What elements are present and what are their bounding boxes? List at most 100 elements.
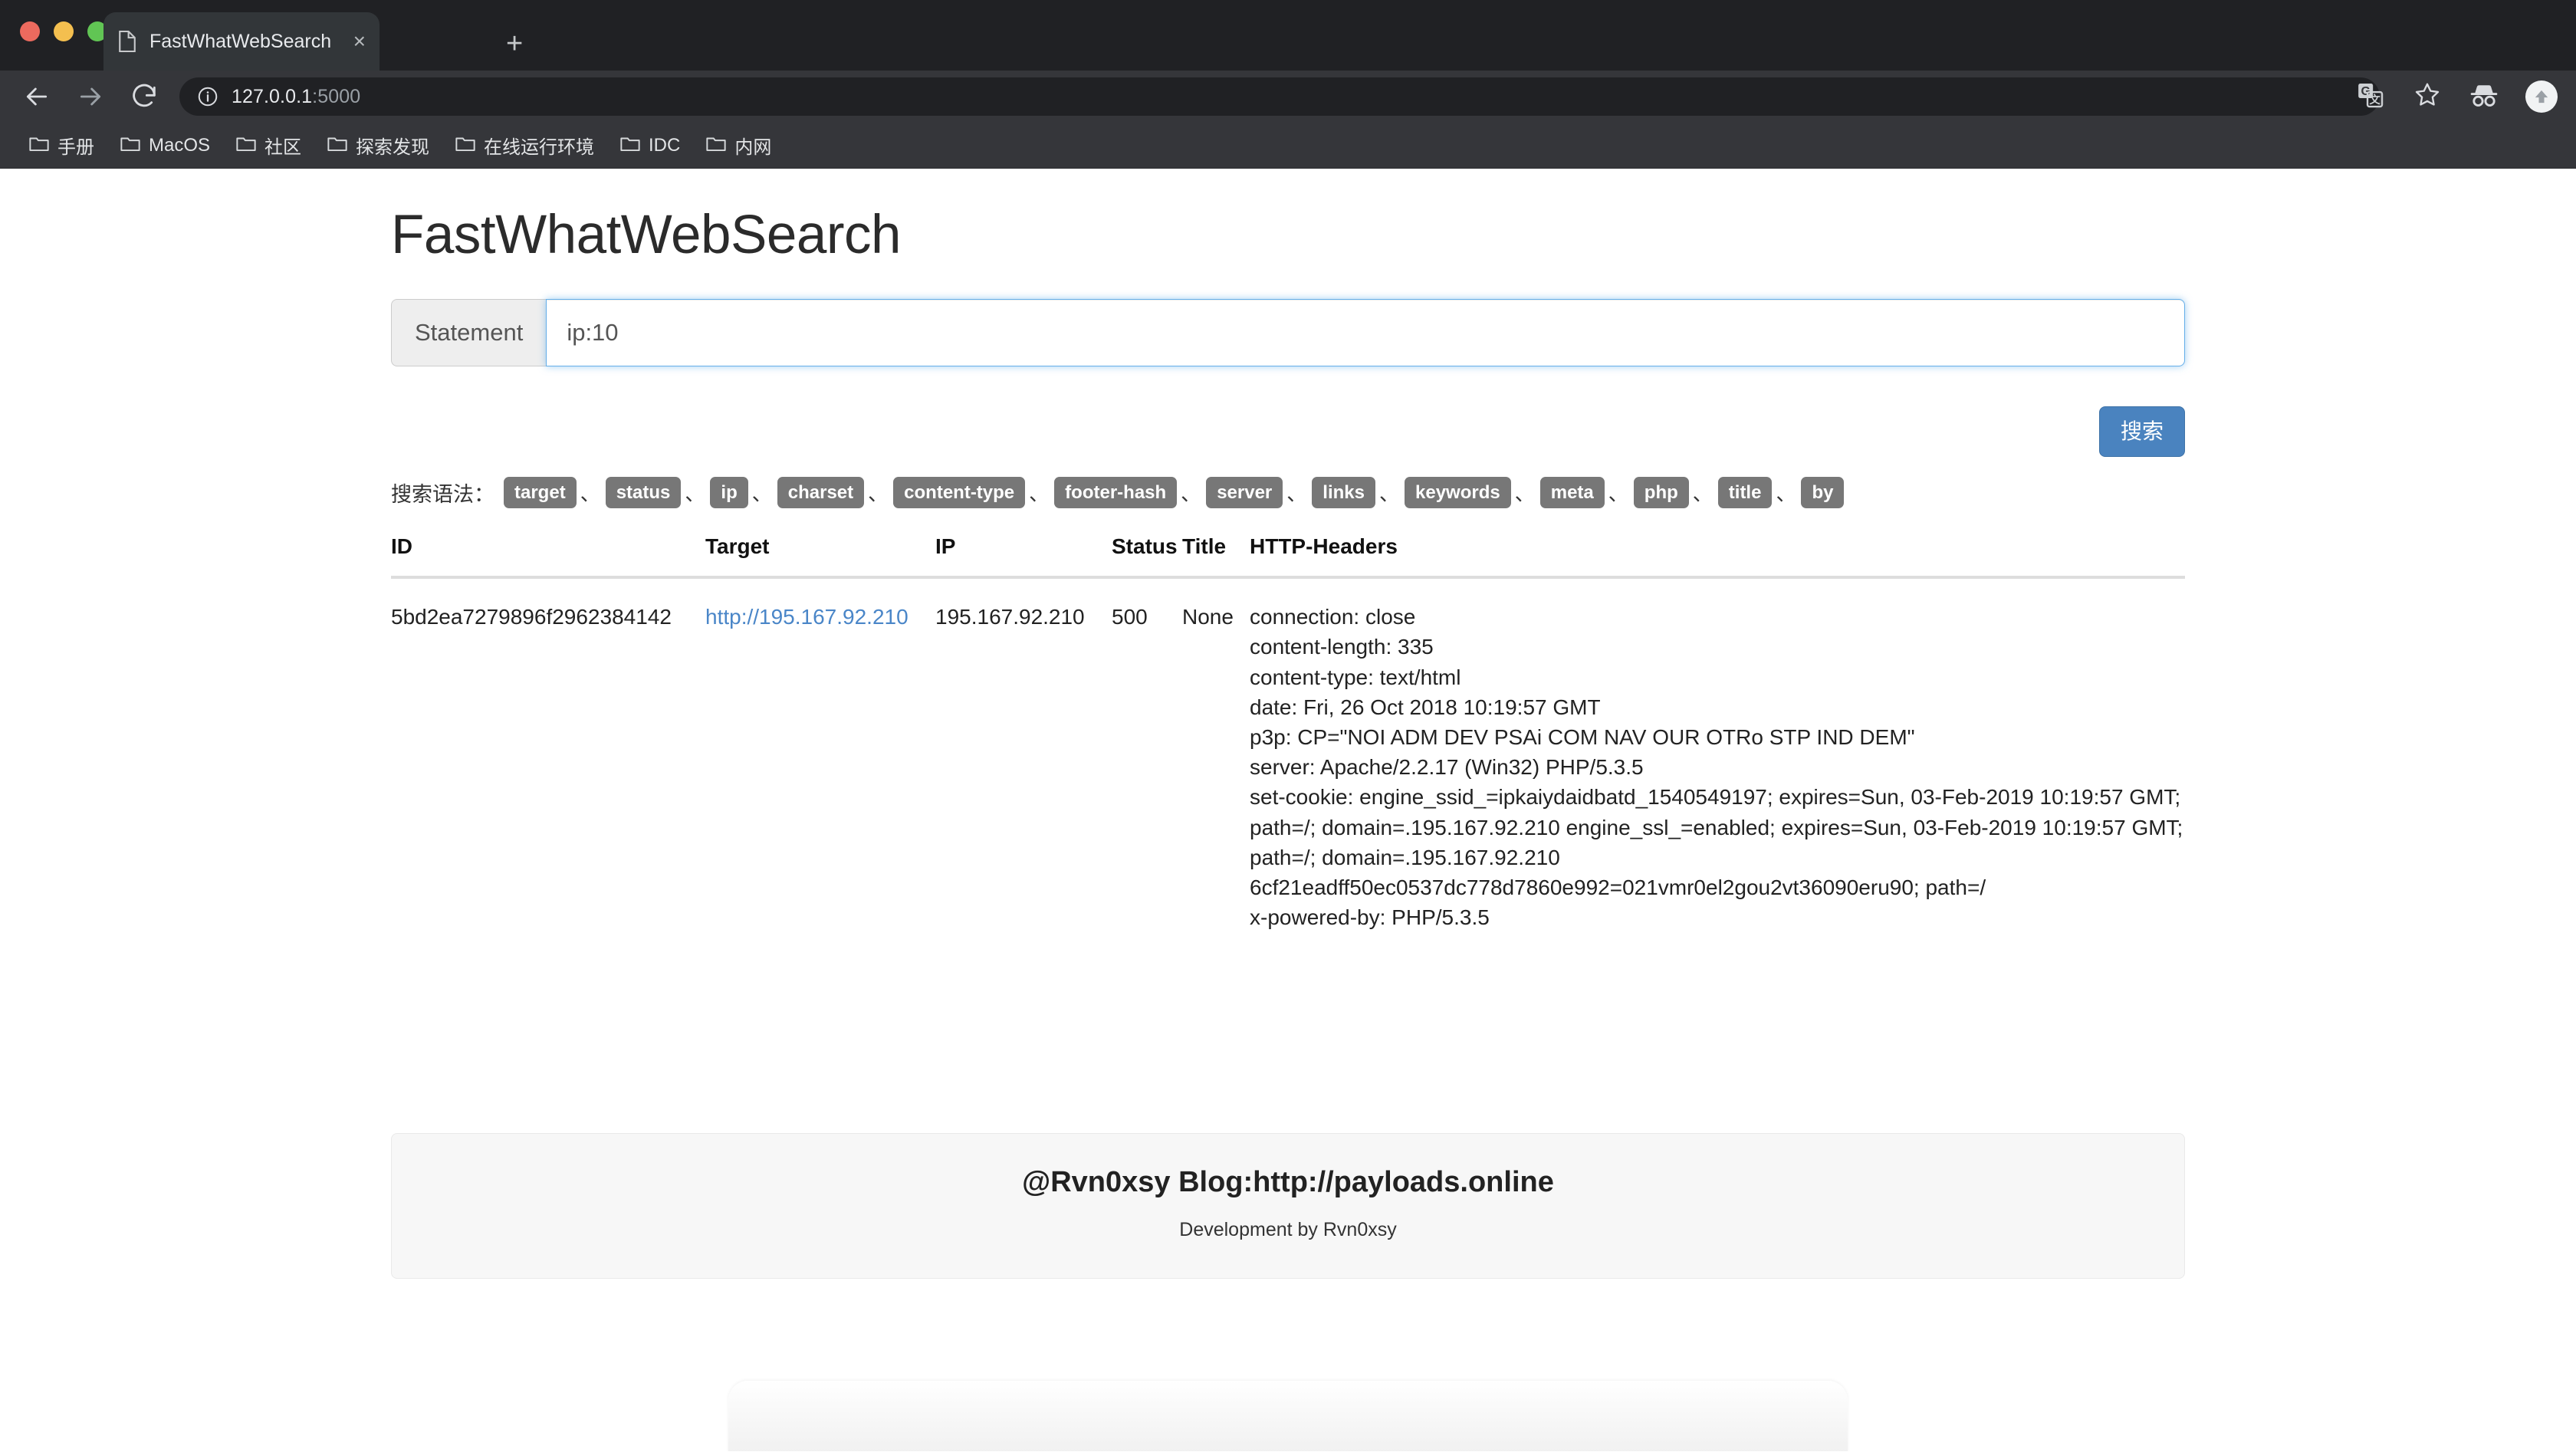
- address-bar-url: 127.0.0.1:5000: [232, 86, 360, 108]
- column-header-title: Title: [1182, 534, 1250, 580]
- syntax-label: 搜索语法：: [391, 482, 495, 506]
- results-table-head: ID Target IP Status Title HTTP-Headers: [391, 534, 2185, 580]
- folder-icon: [236, 135, 256, 156]
- syntax-badge-ip[interactable]: ip: [710, 476, 748, 509]
- column-header-id: ID: [391, 534, 705, 580]
- cell-target: http://195.167.92.210: [705, 577, 935, 932]
- cell-id: 5bd2ea7279896f2962384142: [391, 605, 672, 629]
- bookmark-star-icon[interactable]: [2413, 80, 2442, 113]
- bookmark-item[interactable]: MacOS: [110, 130, 221, 161]
- reload-icon[interactable]: [129, 81, 159, 112]
- bookmark-item[interactable]: 手册: [18, 127, 105, 163]
- footer-subtitle: Development by Rvn0xsy: [1179, 1219, 1397, 1240]
- folder-icon: [120, 135, 140, 156]
- folder-icon: [620, 135, 640, 156]
- syntax-separator: 、: [1608, 481, 1628, 505]
- bookmark-label: 在线运行环境: [484, 137, 595, 158]
- bookmark-item[interactable]: 社区: [225, 127, 312, 163]
- bookmark-label: IDC: [649, 134, 681, 156]
- close-window-button[interactable]: [20, 21, 40, 41]
- profile-avatar[interactable]: [2525, 80, 2558, 113]
- page-footer: @Rvn0xsy Blog:http://payloads.online Dev…: [391, 1133, 2185, 1279]
- page-favicon-icon: [117, 30, 137, 53]
- address-bar[interactable]: 127.0.0.1:5000: [179, 77, 2380, 116]
- footer-title: @Rvn0xsy Blog:http://payloads.online: [1022, 1166, 1554, 1198]
- syntax-badge-content-type[interactable]: content-type: [893, 476, 1026, 509]
- bookmark-label: 社区: [264, 137, 302, 158]
- syntax-badge-php[interactable]: php: [1633, 476, 1689, 509]
- column-header-target: Target: [705, 534, 935, 580]
- syntax-badge-status[interactable]: status: [605, 476, 682, 509]
- page-container: FastWhatWebSearch Statement 搜索 搜索语法： tar…: [391, 169, 2185, 1279]
- syntax-badge-server[interactable]: server: [1206, 476, 1283, 509]
- cell-status: 500: [1112, 605, 1148, 629]
- new-tab-button[interactable]: +: [506, 29, 523, 58]
- syntax-separator: 、: [868, 481, 889, 505]
- statement-label: Statement: [391, 299, 547, 367]
- syntax-separator: 、: [580, 481, 600, 505]
- cell-http-headers: connection: close content-length: 335 co…: [1250, 605, 2183, 930]
- omnibox-action-icons: G 文: [2356, 80, 2442, 113]
- search-form: Statement: [391, 299, 2185, 367]
- syntax-separator: 、: [1776, 481, 1796, 505]
- search-syntax-hints: 搜索语法： target 、 status 、 ip 、 charset 、 c…: [391, 476, 2185, 509]
- syntax-separator: 、: [685, 481, 705, 505]
- bookmark-item[interactable]: 探索发现: [317, 127, 440, 163]
- search-button-row: 搜索: [391, 406, 2185, 457]
- incognito-icon[interactable]: [2467, 81, 2501, 113]
- close-tab-icon[interactable]: ×: [353, 31, 366, 52]
- results-table: ID Target IP Status Title HTTP-Headers 5…: [391, 534, 2185, 932]
- cell-ip: 195.167.92.210: [935, 605, 1085, 629]
- syntax-separator: 、: [1181, 481, 1201, 505]
- bookmark-label: MacOS: [149, 134, 211, 156]
- syntax-separator: 、: [1514, 481, 1535, 505]
- url-port: :5000: [312, 85, 361, 107]
- syntax-badge-by[interactable]: by: [1801, 476, 1845, 509]
- bookmark-item[interactable]: IDC: [610, 130, 691, 161]
- column-header-http-headers: HTTP-Headers: [1250, 534, 2185, 580]
- search-button[interactable]: 搜索: [2098, 406, 2185, 457]
- syntax-separator: 、: [1378, 481, 1399, 505]
- syntax-badge-charset[interactable]: charset: [777, 476, 865, 509]
- syntax-badge-meta[interactable]: meta: [1539, 476, 1605, 509]
- browser-window: FastWhatWebSearch × + 127.0.0.1:5000 G 文…: [0, 0, 2576, 1452]
- bookmarks-bar: 手册 MacOS 社区 探索发现 在线运行环境 IDC 内网: [0, 123, 2576, 169]
- bookmark-label: 手册: [58, 137, 94, 158]
- target-link[interactable]: http://195.167.92.210: [705, 605, 909, 629]
- syntax-separator: 、: [751, 481, 772, 505]
- syntax-separator: 、: [1286, 481, 1307, 505]
- minimize-window-button[interactable]: [54, 21, 74, 41]
- syntax-badge-target[interactable]: target: [504, 476, 577, 509]
- site-info-icon[interactable]: [196, 85, 219, 108]
- column-header-ip: IP: [935, 534, 1112, 580]
- table-header-row: ID Target IP Status Title HTTP-Headers: [391, 534, 2185, 580]
- cell-title: None: [1182, 605, 1234, 629]
- window-controls: [20, 21, 107, 41]
- bookmark-label: 探索发现: [356, 137, 430, 158]
- syntax-badge-keywords[interactable]: keywords: [1405, 476, 1511, 509]
- syntax-separator: 、: [1029, 481, 1050, 505]
- url-host: 127.0.0.1: [232, 85, 313, 107]
- syntax-badge-footer-hash[interactable]: footer-hash: [1054, 476, 1178, 509]
- back-arrow-icon[interactable]: [21, 81, 52, 112]
- browser-tab[interactable]: FastWhatWebSearch ×: [104, 12, 380, 71]
- page-viewport: FastWhatWebSearch Statement 搜索 搜索语法： tar…: [0, 169, 2576, 1451]
- column-header-status: Status: [1112, 534, 1182, 580]
- svg-text:文: 文: [2369, 93, 2380, 107]
- bookmark-label: 内网: [734, 137, 772, 158]
- browser-toolbar: 127.0.0.1:5000 G 文: [0, 71, 2576, 123]
- table-row: 5bd2ea7279896f2962384142 http://195.167.…: [391, 577, 2185, 932]
- bottom-overlay-panel: [728, 1381, 1848, 1451]
- translate-icon[interactable]: G 文: [2356, 80, 2385, 113]
- bookmark-item[interactable]: 在线运行环境: [445, 127, 605, 163]
- forward-arrow-icon[interactable]: [75, 81, 106, 112]
- folder-icon: [455, 135, 475, 156]
- syntax-badge-links[interactable]: links: [1312, 476, 1375, 509]
- syntax-badge-title[interactable]: title: [1717, 476, 1773, 509]
- browser-titlebar: FastWhatWebSearch × +: [0, 0, 2576, 71]
- folder-icon: [29, 135, 49, 156]
- statement-input[interactable]: [546, 299, 2185, 367]
- bookmark-item[interactable]: 内网: [695, 127, 782, 163]
- results-table-body: 5bd2ea7279896f2962384142 http://195.167.…: [391, 577, 2185, 932]
- navigation-buttons: [21, 81, 159, 112]
